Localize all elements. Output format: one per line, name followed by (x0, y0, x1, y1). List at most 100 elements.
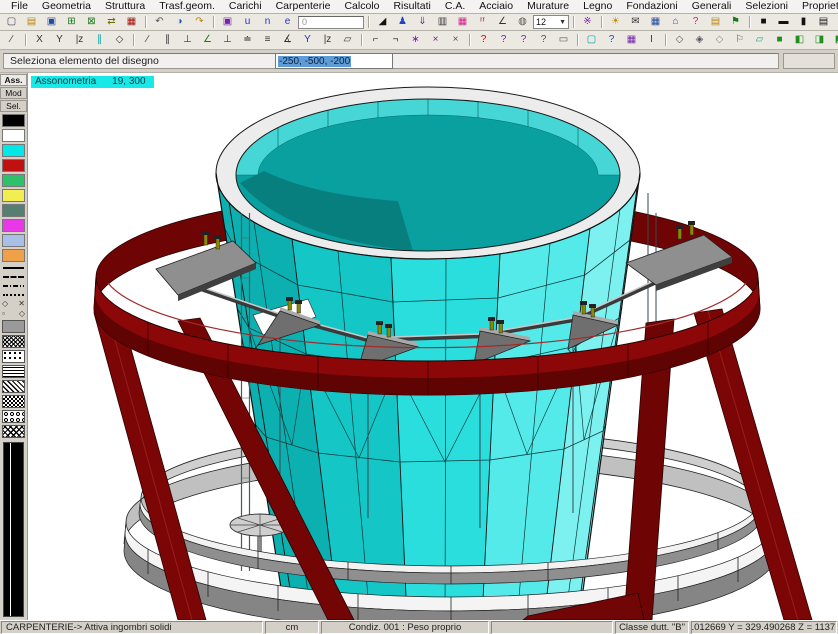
pattern-swatch-horizontal-lines[interactable] (2, 365, 25, 378)
info-panel-button[interactable]: ? (602, 32, 621, 48)
color-swatch-2[interactable] (2, 144, 25, 157)
menu-legno[interactable]: Legno (576, 0, 619, 13)
save-file-button[interactable]: ▣ (42, 14, 61, 30)
flag-mark-button[interactable]: ⚐ (730, 32, 749, 48)
unit-e-button[interactable]: e (278, 14, 297, 30)
pattern-swatch-diagonal-lines[interactable] (2, 380, 25, 393)
solid-view-3-button[interactable]: ◨ (810, 32, 829, 48)
toolbar-number-field[interactable]: 0 (298, 16, 364, 29)
pattern-swatch-checker[interactable] (2, 395, 25, 408)
sheet-view-button[interactable]: ▱ (338, 32, 357, 48)
parallel-tool-button[interactable]: ∥ (90, 32, 109, 48)
marker-icon-1-0[interactable]: ▫ (2, 309, 5, 318)
break-element-button[interactable]: × (426, 32, 445, 48)
break-node-button[interactable]: ∗ (406, 32, 425, 48)
property-grid-button[interactable]: ▦ (622, 32, 641, 48)
notes-view-button[interactable]: ▤ (706, 14, 725, 30)
pattern-swatch-solid-gray[interactable] (2, 320, 25, 333)
query-node-button[interactable]: ? (474, 32, 493, 48)
redo-button[interactable]: ↷ (190, 14, 209, 30)
menu-risultati[interactable]: Risultati (386, 0, 437, 13)
angle-tool-button[interactable]: ∠ (493, 14, 512, 30)
unit-n-button[interactable]: n (258, 14, 277, 30)
new-file-button[interactable]: ▢ (2, 14, 21, 30)
view-tab-mod[interactable]: Mod (0, 87, 27, 99)
menu-carichi[interactable]: Carichi (222, 0, 269, 13)
view-tab-sel[interactable]: Sel. (0, 100, 27, 112)
sync-model-button[interactable]: ⇄ (102, 14, 121, 30)
query-property-button[interactable]: ? (514, 32, 533, 48)
menu-acciaio[interactable]: Acciaio (472, 0, 520, 13)
font-size-dropdown[interactable]: 12▼ (533, 15, 569, 29)
coord-z-button[interactable]: |z (70, 32, 89, 48)
query-element-button[interactable]: ? (494, 32, 513, 48)
beam-section-button[interactable]: I (642, 32, 661, 48)
line-style-solid[interactable] (3, 264, 24, 271)
color-window-button[interactable]: ▣ (218, 14, 237, 30)
segment-y-button[interactable]: Y (298, 32, 317, 48)
line-style-dash-dot[interactable] (3, 282, 24, 289)
marker-icon-0-0[interactable]: ◇ (2, 299, 8, 308)
segment-angle2-button[interactable]: ∡ (278, 32, 297, 48)
hatch-color-button[interactable]: ▦ (453, 14, 472, 30)
menu-trasf-geom[interactable]: Trasf.geom. (152, 0, 222, 13)
color-swatch-3[interactable] (2, 159, 25, 172)
color-swatch-5[interactable] (2, 189, 25, 202)
move-model-button[interactable]: ⊠ (82, 14, 101, 30)
pen-width-bar[interactable] (3, 442, 24, 617)
scene-svg[interactable] (28, 73, 838, 620)
color-swatch-7[interactable] (2, 219, 25, 232)
delete-segment-button[interactable]: × (446, 32, 465, 48)
menu-calcolo[interactable]: Calcolo (337, 0, 386, 13)
pattern-swatch-crosshatch[interactable] (2, 335, 25, 348)
group-people-button[interactable]: ※ (578, 14, 597, 30)
solid-view-2-button[interactable]: ◧ (790, 32, 809, 48)
open-folder-button[interactable]: ▤ (22, 14, 41, 30)
line-tool-button[interactable]: ∕ (2, 32, 21, 48)
cube-dash-button[interactable]: ◇ (710, 32, 729, 48)
pattern-swatch-rings[interactable] (2, 410, 25, 423)
flag-view-button[interactable]: ⚑ (726, 14, 745, 30)
segment-line-button[interactable]: ∕ (138, 32, 157, 48)
coordinate-input[interactable]: -250, -500, -200 (275, 53, 393, 69)
pattern-swatch-dots[interactable] (2, 350, 25, 363)
coord-x-button[interactable]: X (30, 32, 49, 48)
menu-selezioni[interactable]: Selezioni (738, 0, 795, 13)
line-style-dotted[interactable] (3, 291, 24, 298)
segment-z-button[interactable]: |z (318, 32, 337, 48)
menu-murature[interactable]: Murature (520, 0, 576, 13)
color-swatch-4[interactable] (2, 174, 25, 187)
window-single-button[interactable]: ■ (754, 14, 773, 30)
menu-fondazioni[interactable]: Fondazioni (619, 0, 684, 13)
copy-model-button[interactable]: ⊞ (62, 14, 81, 30)
segment-angle-button[interactable]: ∠ (198, 32, 217, 48)
node-select-button[interactable]: ♟ (393, 14, 412, 30)
corner-left-button[interactable]: ⌐ (366, 32, 385, 48)
menu-c-a[interactable]: C.A. (438, 0, 472, 13)
drawing-canvas[interactable]: Assonometria 19, 300 (27, 73, 838, 620)
message-button[interactable]: ✉ (626, 14, 645, 30)
line-style-dashed[interactable] (3, 273, 24, 280)
marker-icon-0-1[interactable]: ✕ (18, 299, 25, 308)
segment-perp-base-button[interactable]: ⊥ (218, 32, 237, 48)
eraser-button[interactable]: ▭ (554, 32, 573, 48)
table-view-button[interactable]: ▦ (646, 14, 665, 30)
color-swatch-9[interactable] (2, 249, 25, 262)
color-swatch-0[interactable] (2, 114, 25, 127)
window-hsplit-button[interactable]: ▬ (774, 14, 793, 30)
delete-model-button[interactable]: ▦ (122, 14, 141, 30)
window-vsplit-button[interactable]: ▮ (794, 14, 813, 30)
segment-parallel-button[interactable]: ∥ (158, 32, 177, 48)
menu-propriet[interactable]: Proprietà (795, 0, 838, 13)
drop-level-button[interactable]: ⇓ (413, 14, 432, 30)
menu-struttura[interactable]: Struttura (98, 0, 152, 13)
menu-geometria[interactable]: Geometria (35, 0, 98, 13)
coord-y-button[interactable]: Y (50, 32, 69, 48)
segment-align-button[interactable]: ≐ (238, 32, 257, 48)
solid-view-1-button[interactable]: ■ (770, 32, 789, 48)
sphere-view-button[interactable]: ◍ (513, 14, 532, 30)
corner-right-button[interactable]: ¬ (386, 32, 405, 48)
cube-wire-button[interactable]: ◇ (670, 32, 689, 48)
view-tab-ass[interactable]: Ass. (0, 74, 27, 86)
pattern-swatch-diamond-grid[interactable] (2, 425, 25, 438)
